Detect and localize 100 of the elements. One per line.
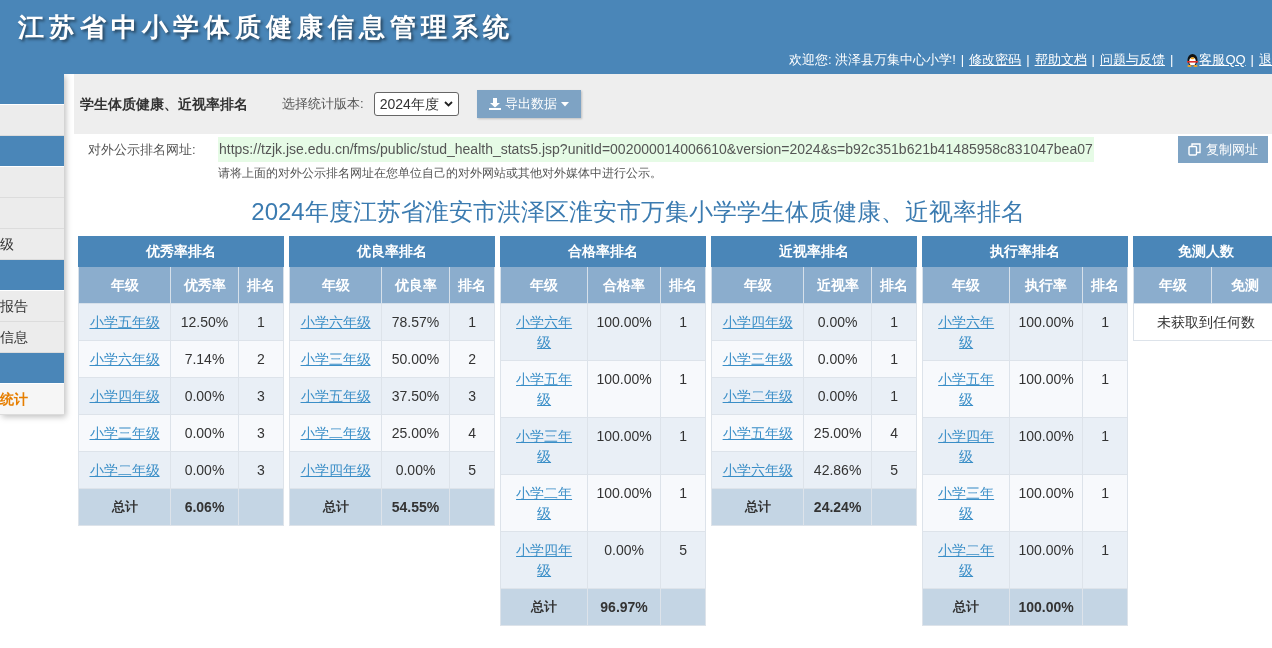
header-link[interactable]: 帮助文档 (1034, 50, 1087, 70)
rate-cell: 0.00% (170, 451, 239, 489)
column-header: 年级 (500, 266, 588, 304)
version-select[interactable]: 2024年度 (373, 92, 459, 116)
column-header: 年级 (711, 266, 804, 304)
column-header: 近视率 (803, 266, 872, 304)
rate-cell: 100.00% (587, 474, 661, 532)
rate-cell: 100.00% (1009, 360, 1083, 418)
total-rate: 96.97% (587, 588, 661, 626)
column-header: 年级 (78, 266, 171, 304)
copy-icon (1188, 143, 1201, 156)
sidebar-item[interactable]: 级 (0, 229, 64, 260)
sidebar-item[interactable]: 统计 (0, 384, 64, 415)
column-header: 优秀率 (170, 266, 239, 304)
rate-cell: 7.14% (170, 340, 239, 378)
sidebar-item[interactable]: 报告 (0, 291, 64, 322)
rank-cell: 3 (449, 377, 495, 415)
public-url: https://tzjk.jse.edu.cn/fms/public/stud_health_stats5.jsp?unitId=002000014006610&version=2024&s=b92c351b621b41485958c831047bea07 (218, 137, 1094, 162)
chevron-down-icon (443, 101, 453, 107)
column-header: 排名 (871, 266, 917, 304)
column-header: 排名 (238, 266, 284, 304)
column-header: 排名 (1082, 266, 1128, 304)
sidebar-section-header[interactable] (0, 260, 64, 291)
welcome-text: 欢迎您: 洪泽县万集中心小学! (788, 51, 956, 69)
header-link[interactable]: 客服QQ (1199, 50, 1246, 70)
rate-cell: 0.00% (170, 377, 239, 415)
rank-cell: 4 (871, 414, 917, 452)
rank-cell: 1 (660, 417, 706, 475)
column-header: 排名 (449, 266, 495, 304)
rank-cell: 1 (871, 340, 917, 378)
table-title: 优秀率排名 (78, 236, 284, 267)
separator: | (1025, 51, 1031, 69)
column-header: 免测 (1211, 266, 1272, 304)
rank-cell: 1 (1082, 417, 1128, 475)
rate-cell: 100.00% (1009, 531, 1083, 589)
rate-cell: 0.00% (381, 451, 450, 489)
header-link[interactable]: 问题与反馈 (1100, 50, 1165, 70)
total-rate: 24.24% (803, 488, 872, 526)
rank-cell: 1 (660, 474, 706, 532)
sidebar-section-header[interactable] (0, 136, 64, 167)
header-link[interactable]: 修改密码 (969, 50, 1022, 70)
rank-cell: 5 (660, 531, 706, 589)
rate-cell: 100.00% (587, 360, 661, 418)
rank-cell: 1 (449, 303, 495, 341)
rank-cell: 1 (238, 303, 284, 341)
total-label: 总计 (289, 488, 382, 526)
separator: | (959, 51, 966, 69)
rate-cell: 100.00% (1009, 474, 1083, 532)
rank-cell: 1 (1082, 303, 1128, 361)
penguin-icon (1186, 52, 1200, 68)
empty-message: 未获取到任何数 (1133, 303, 1272, 341)
page-heading: 学生体质健康、近视率排名 (80, 94, 248, 114)
rate-cell: 100.00% (1009, 417, 1083, 475)
rate-cell: 25.00% (803, 414, 872, 452)
publish-note: 请将上面的对外公示排名网址在您单位自己的对外网站或其他对外媒体中进行公示。 (218, 165, 663, 182)
caret-icon (560, 101, 569, 107)
rank-cell: 1 (871, 303, 917, 341)
rank-cell: 1 (1082, 531, 1128, 589)
rank-cell: 4 (449, 414, 495, 452)
export-button[interactable]: 导出数据 (476, 90, 581, 118)
rank-cell: 3 (238, 414, 284, 452)
total-label: 总计 (711, 488, 804, 526)
rank-cell: 1 (660, 360, 706, 418)
rank-cell: 2 (238, 340, 284, 378)
column-header: 优良率 (381, 266, 450, 304)
column-header: 排名 (660, 266, 706, 304)
column-header: 合格率 (587, 266, 661, 304)
header-link[interactable]: 退 (1259, 50, 1272, 70)
rank-cell: 1 (871, 377, 917, 415)
url-label: 对外公示排名网址: (88, 140, 197, 159)
total-label: 总计 (78, 488, 171, 526)
rate-cell: 50.00% (381, 340, 450, 378)
sidebar-item[interactable]: 信息 (0, 322, 64, 353)
rate-cell: 0.00% (587, 531, 661, 589)
total-rate: 100.00% (1009, 588, 1083, 626)
column-header: 年级 (922, 266, 1010, 304)
sidebar-section-header[interactable] (0, 74, 64, 105)
table-title: 合格率排名 (500, 236, 706, 267)
copy-url-button[interactable]: 复制网址 (1178, 136, 1268, 163)
sidebar-section-header[interactable] (0, 353, 64, 384)
rank-cell: 5 (871, 451, 917, 489)
rate-cell: 0.00% (803, 303, 872, 341)
rate-cell: 100.00% (587, 417, 661, 475)
table-title: 近视率排名 (711, 236, 917, 267)
rank-cell: 3 (238, 451, 284, 489)
table-title: 免测人数 (1133, 236, 1272, 267)
total-rate: 6.06% (170, 488, 239, 526)
rate-cell: 100.00% (1009, 303, 1083, 361)
rate-cell: 25.00% (381, 414, 450, 452)
rate-cell: 0.00% (170, 414, 239, 452)
table-title: 优良率排名 (289, 236, 495, 267)
column-header: 执行率 (1009, 266, 1083, 304)
table-title: 执行率排名 (922, 236, 1128, 267)
total-rate: 54.55% (381, 488, 450, 526)
total-label: 总计 (500, 588, 588, 626)
rate-cell: 12.50% (170, 303, 239, 341)
download-icon (488, 98, 501, 110)
app-title: 江苏省中小学体质健康信息管理系统 (18, 11, 514, 44)
rank-cell: 3 (238, 377, 284, 415)
rank-cell: 5 (449, 451, 495, 489)
